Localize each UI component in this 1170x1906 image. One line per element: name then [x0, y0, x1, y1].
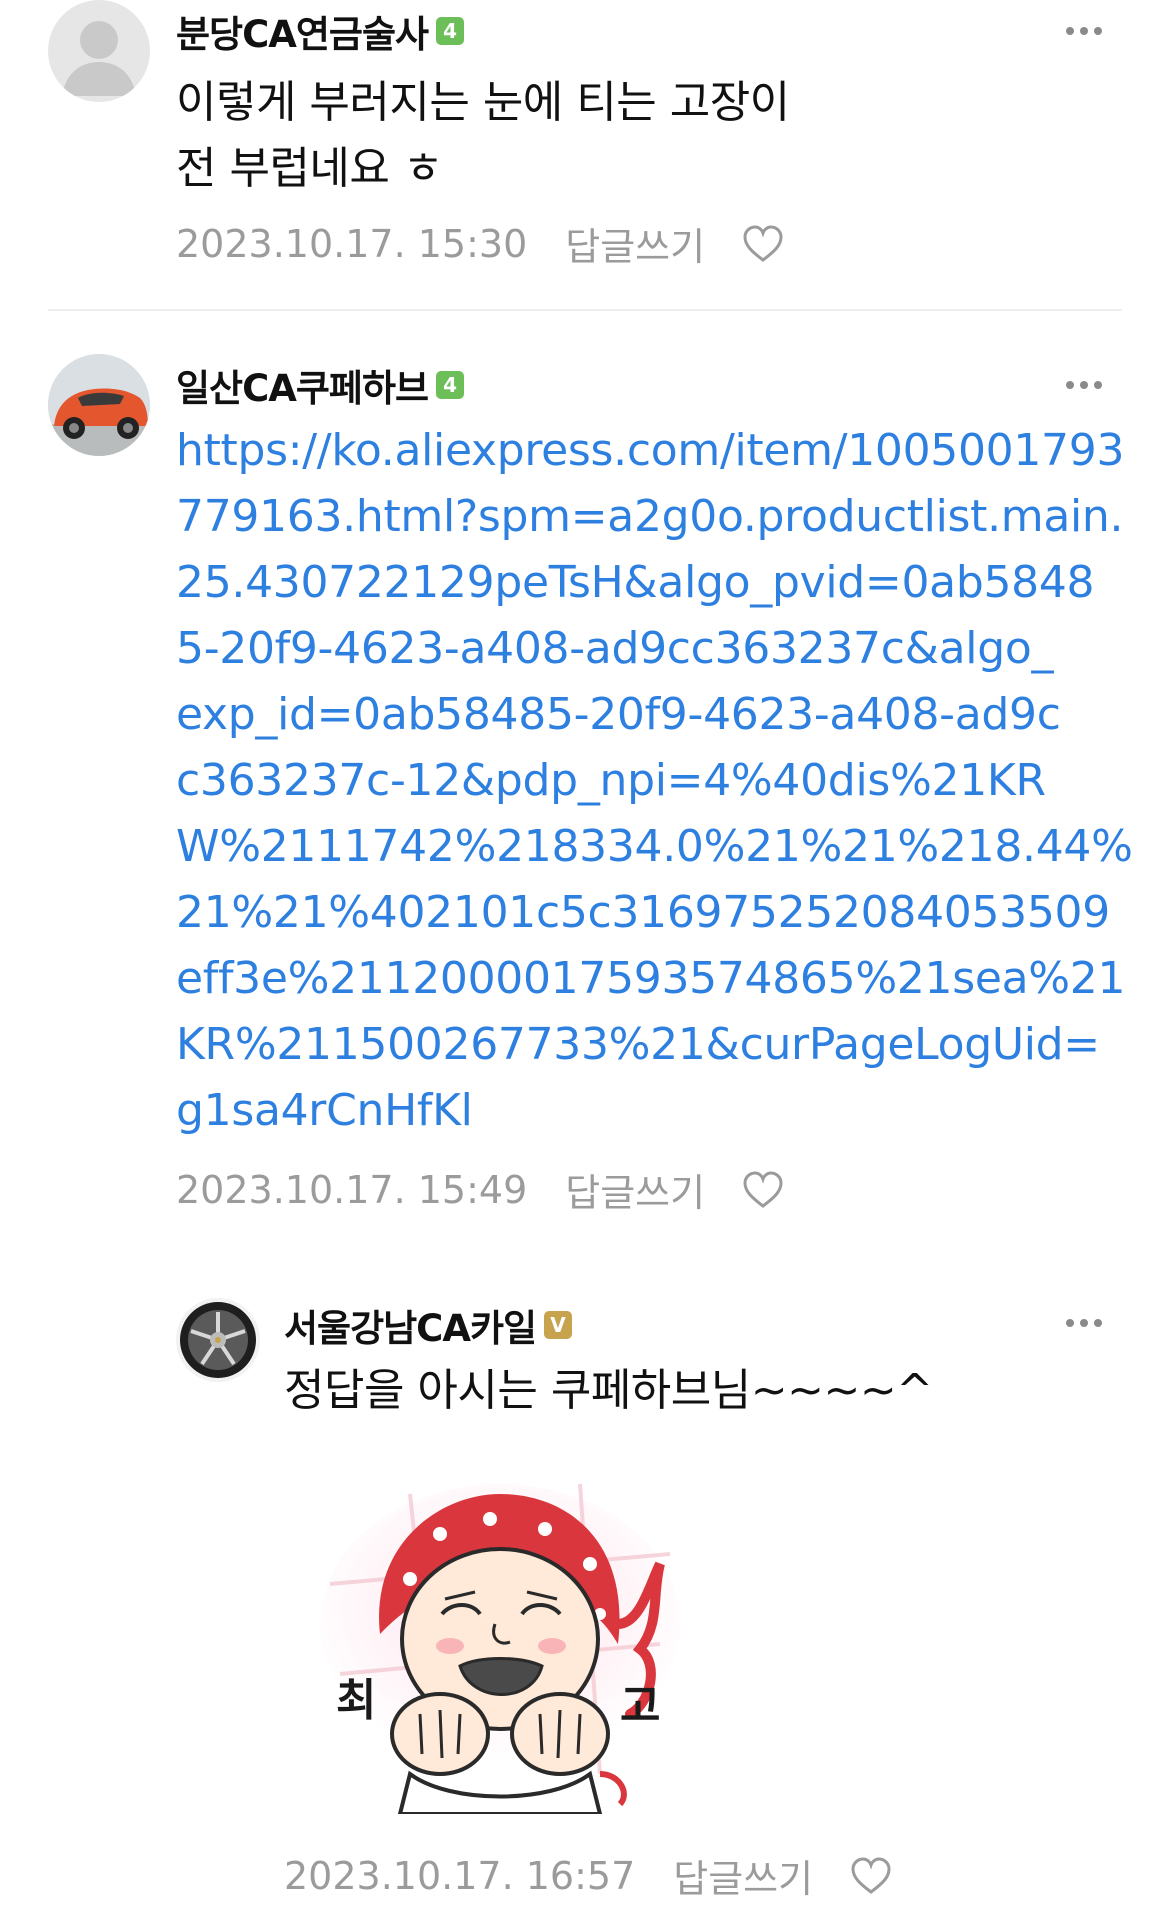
comment-text: 이렇게 부러지는 눈에 티는 고장이 전 부럽네요 ㅎ — [176, 70, 790, 202]
link-line: https://ko.aliexpress.com/item/100500179… — [176, 425, 1125, 476]
link-line: 779163.html?spm=a2g0o.productlist.main. — [176, 491, 1124, 542]
avatar[interactable] — [48, 0, 150, 102]
wheel-avatar-image — [176, 1298, 260, 1382]
link-line: exp_id=0ab58485-20f9-4623-a408-ad9c — [176, 689, 1061, 740]
author-name[interactable]: 서울강남CA카일 V — [284, 1298, 573, 1352]
comment-meta: 2023.10.17. 16:57 답글쓰기 — [284, 1848, 893, 1903]
link-line: 21%21%402101c5c31697525208405350­9 — [176, 887, 1110, 938]
car-avatar-image — [48, 354, 150, 456]
avatar[interactable] — [176, 1298, 260, 1382]
verified-badge: V — [544, 1311, 573, 1339]
comment-text: 정답을 아시는 쿠페하브님~~~~^ — [284, 1358, 933, 1424]
more-options-dot — [1094, 1319, 1102, 1327]
default-avatar-icon — [62, 21, 136, 96]
author-name-text: 서울강남CA카일 — [284, 1307, 537, 1350]
sticker-text-left: 최 — [336, 1675, 377, 1726]
reply-button[interactable]: 답글쓰기 — [673, 1848, 813, 1903]
author-name[interactable]: 분당CA연금술사 4 — [176, 4, 465, 58]
comment-meta: 2023.10.17. 15:30 답글쓰기 — [176, 216, 785, 271]
link-line: g1sa4rCnHfKl — [176, 1085, 473, 1136]
more-options-dot — [1080, 27, 1088, 35]
author-name-text: 분당CA연금술사 — [176, 13, 429, 56]
sticker-text-right: 고 — [620, 1681, 661, 1732]
comment-link[interactable]: https://ko.aliexpress.com/item/100500179… — [176, 418, 1133, 1144]
reply-button[interactable]: 답글쓰기 — [565, 216, 705, 271]
comment-divider — [48, 309, 1122, 311]
heart-icon[interactable] — [741, 1170, 785, 1210]
link-line: KR%211500267733%21&curPageLogUid= — [176, 1019, 1100, 1070]
author-name-text: 일산CA쿠페하브 — [176, 367, 429, 410]
level-badge: 4 — [436, 371, 465, 399]
more-options-button[interactable] — [1066, 26, 1108, 36]
link-line: 25.430722129peTsH&algo_pvid=0ab5848 — [176, 557, 1095, 608]
sticker-image[interactable]: 최 고 — [300, 1474, 700, 1816]
link-line: eff3e%2112000017593574865%21sea%21 — [176, 953, 1126, 1004]
comment-text-line: 전 부럽네요 ㅎ — [176, 143, 443, 194]
sticker-character — [320, 1483, 680, 1816]
link-line: W%2111742%218334.0%21%21%218.44% — [176, 821, 1133, 872]
heart-icon[interactable] — [849, 1856, 893, 1896]
heart-icon[interactable] — [741, 224, 785, 264]
timestamp: 2023.10.17. 15:30 — [176, 221, 528, 266]
more-options-button[interactable] — [1066, 380, 1108, 390]
comment-text-line: 이렇게 부러지는 눈에 티는 고장이 — [176, 77, 790, 128]
level-badge: 4 — [436, 17, 465, 45]
comment-meta: 2023.10.17. 15:49 답글쓰기 — [176, 1162, 785, 1217]
more-options-icon — [1066, 27, 1074, 35]
more-options-button[interactable] — [1066, 1318, 1108, 1328]
more-options-dot — [1094, 381, 1102, 389]
avatar[interactable] — [48, 354, 150, 456]
more-options-icon — [1066, 381, 1074, 389]
more-options-icon — [1066, 1319, 1074, 1327]
link-line: c363237c-12&pdp_npi=4%40dis%21KR — [176, 755, 1046, 806]
author-name[interactable]: 일산CA쿠페하브 4 — [176, 358, 465, 412]
link-line: 5-20f9-4623-a408-ad9cc363237c&algo_ — [176, 623, 1054, 674]
reply-button[interactable]: 답글쓰기 — [565, 1162, 705, 1217]
comment-text-line: 정답을 아시는 쿠페하브님~~~~^ — [284, 1365, 933, 1416]
timestamp: 2023.10.17. 15:49 — [176, 1167, 528, 1212]
timestamp: 2023.10.17. 16:57 — [284, 1853, 636, 1898]
more-options-dot — [1080, 381, 1088, 389]
more-options-dot — [1080, 1319, 1088, 1327]
more-options-dot — [1094, 27, 1102, 35]
